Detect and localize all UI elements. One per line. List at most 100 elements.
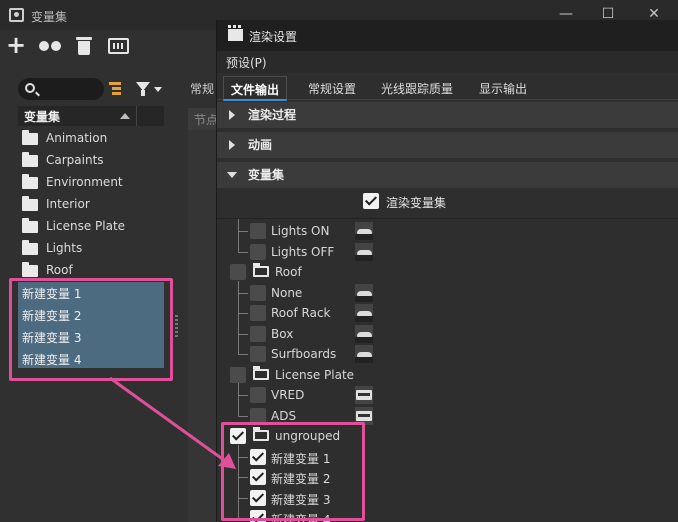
variant-set-label: 新建变量 4	[22, 353, 82, 367]
folder-label: Roof	[46, 263, 73, 277]
tree-group-row[interactable]: ungrouped	[217, 426, 678, 446]
expand-arrow-icon	[229, 140, 235, 150]
tree-variant-row[interactable]: Roof Rack	[217, 303, 678, 323]
tree-header[interactable]: 变量集	[18, 106, 164, 126]
variant-checkbox[interactable]	[250, 448, 266, 465]
tree-variant-row[interactable]: Lights ON	[217, 221, 678, 241]
tab-general-settings[interactable]: 常规设置	[308, 80, 356, 97]
variant-label: Surfboards	[271, 347, 337, 361]
group-icon[interactable]	[39, 36, 63, 56]
variant-checkbox[interactable]	[250, 489, 266, 506]
section-variant-sets[interactable]: 变量集	[217, 162, 678, 188]
delete-icon[interactable]	[75, 36, 93, 56]
variant-checkbox[interactable]	[250, 346, 266, 362]
selected-variant-set[interactable]: 新建变量 4	[18, 348, 164, 370]
variant-set-folder[interactable]: Roof	[18, 260, 164, 282]
variant-label: ADS	[271, 408, 297, 423]
folder-label: Environment	[46, 175, 123, 189]
variant-set-list: Animation Carpaints Environment Interior Lic…	[18, 128, 164, 282]
tab-file-output[interactable]: 文件输出	[223, 76, 288, 101]
folder-icon	[22, 262, 38, 277]
variant-label: Lights ON	[271, 224, 330, 238]
variant-set-folder[interactable]: Carpaints	[18, 150, 164, 172]
variant-checkbox[interactable]	[250, 325, 266, 342]
section-render-passes[interactable]: 渲染过程	[217, 102, 678, 128]
selected-variant-set[interactable]: 新建变量 1	[18, 282, 164, 304]
tree-branch	[238, 497, 248, 499]
render-variant-sets-option[interactable]: 渲染变量集	[363, 192, 503, 212]
variant-set-folder[interactable]: Environment	[18, 172, 164, 194]
group-checkbox[interactable]	[230, 428, 246, 444]
group-label: Roof	[275, 265, 302, 279]
variant-set-folder[interactable]: License Plate	[18, 216, 164, 238]
tree-variant-row[interactable]: ADS	[217, 406, 678, 426]
search-box[interactable]	[18, 78, 104, 100]
tree-group-row[interactable]: License Plate	[217, 365, 678, 385]
variant-checkbox[interactable]	[250, 469, 266, 485]
render-icon[interactable]	[108, 36, 130, 56]
folder-label: Interior	[46, 197, 90, 211]
tree-variant-row[interactable]: 新建变量 2	[217, 467, 678, 487]
variant-checkbox[interactable]	[250, 284, 266, 301]
folder-icon	[22, 174, 38, 189]
tab-display-output[interactable]: 显示输出	[479, 80, 527, 97]
sort-arrow-icon	[120, 113, 130, 119]
chevron-down-icon[interactable]	[154, 87, 162, 92]
tab-general-peek[interactable]: 常规	[190, 80, 214, 97]
group-label: License Plate	[275, 367, 355, 382]
add-icon[interactable]: +	[6, 33, 26, 57]
variant-thumbnail	[355, 324, 373, 343]
tree-variant-row[interactable]: Surfboards	[217, 344, 678, 364]
variant-set-label: 新建变量 3	[22, 331, 82, 345]
variant-thumbnail	[355, 386, 373, 404]
column-separator	[136, 106, 137, 126]
tree-variant-row[interactable]: 新建变量 4	[217, 508, 678, 522]
tab-bar: 文件输出 常规设置 光线跟踪质量 显示输出	[217, 76, 678, 101]
menu-bar: 预设(P)	[217, 51, 678, 73]
tree-variant-row[interactable]: 新建变量 3	[217, 488, 678, 508]
search-icon	[25, 83, 35, 93]
variant-thumbnail	[355, 242, 373, 261]
group-checkbox[interactable]	[230, 366, 246, 383]
filter-icon[interactable]	[136, 82, 150, 96]
tree-view-icon[interactable]	[109, 82, 123, 96]
tree-variant-row[interactable]: None	[217, 283, 678, 303]
folder-icon	[22, 218, 38, 233]
open-folder-icon	[253, 365, 269, 380]
variant-set-folder[interactable]: Interior	[18, 194, 164, 216]
splitter-handle[interactable]	[175, 315, 178, 337]
variant-set-folder[interactable]: Animation	[18, 128, 164, 150]
variant-checkbox[interactable]	[250, 243, 266, 260]
tree-guide-line	[238, 280, 239, 354]
tab-raytracing-quality[interactable]: 光线跟踪质量	[381, 80, 453, 97]
selected-variant-set[interactable]: 新建变量 2	[18, 304, 164, 326]
variant-set-label: 新建变量 1	[22, 287, 82, 301]
variant-checkbox[interactable]	[250, 305, 266, 321]
menu-presets[interactable]: 预设(P)	[226, 54, 267, 71]
variant-label: 新建变量 2	[271, 472, 331, 486]
variant-checkbox[interactable]	[250, 387, 266, 403]
variant-label: Lights OFF	[271, 244, 335, 259]
selected-variant-set[interactable]: 新建变量 3	[18, 326, 164, 348]
tree-variant-row[interactable]: Box	[217, 324, 678, 344]
group-checkbox[interactable]	[230, 264, 246, 280]
group-label: ungrouped	[275, 429, 341, 443]
variant-set-folder[interactable]: Lights	[18, 238, 164, 260]
render-variant-sets-checkbox[interactable]	[363, 193, 379, 209]
folder-label: License Plate	[46, 219, 126, 233]
tree-group-row[interactable]: Roof	[217, 262, 678, 282]
folder-label: Carpaints	[46, 153, 104, 167]
section-animation[interactable]: 动画	[217, 132, 678, 158]
tree-branch	[238, 292, 248, 294]
variant-checkbox[interactable]	[250, 407, 266, 424]
variant-checkbox[interactable]	[250, 510, 266, 522]
tree-guide-line	[238, 444, 239, 518]
search-input[interactable]	[40, 81, 98, 97]
tree-variant-row[interactable]: Lights OFF	[217, 242, 678, 262]
open-folder-icon	[253, 263, 269, 277]
folder-label: Lights	[46, 241, 83, 255]
tree-variant-row[interactable]: 新建变量 1	[217, 447, 678, 467]
variant-label: None	[271, 285, 303, 300]
variant-checkbox[interactable]	[250, 223, 266, 239]
tree-variant-row[interactable]: VRED	[217, 385, 678, 405]
